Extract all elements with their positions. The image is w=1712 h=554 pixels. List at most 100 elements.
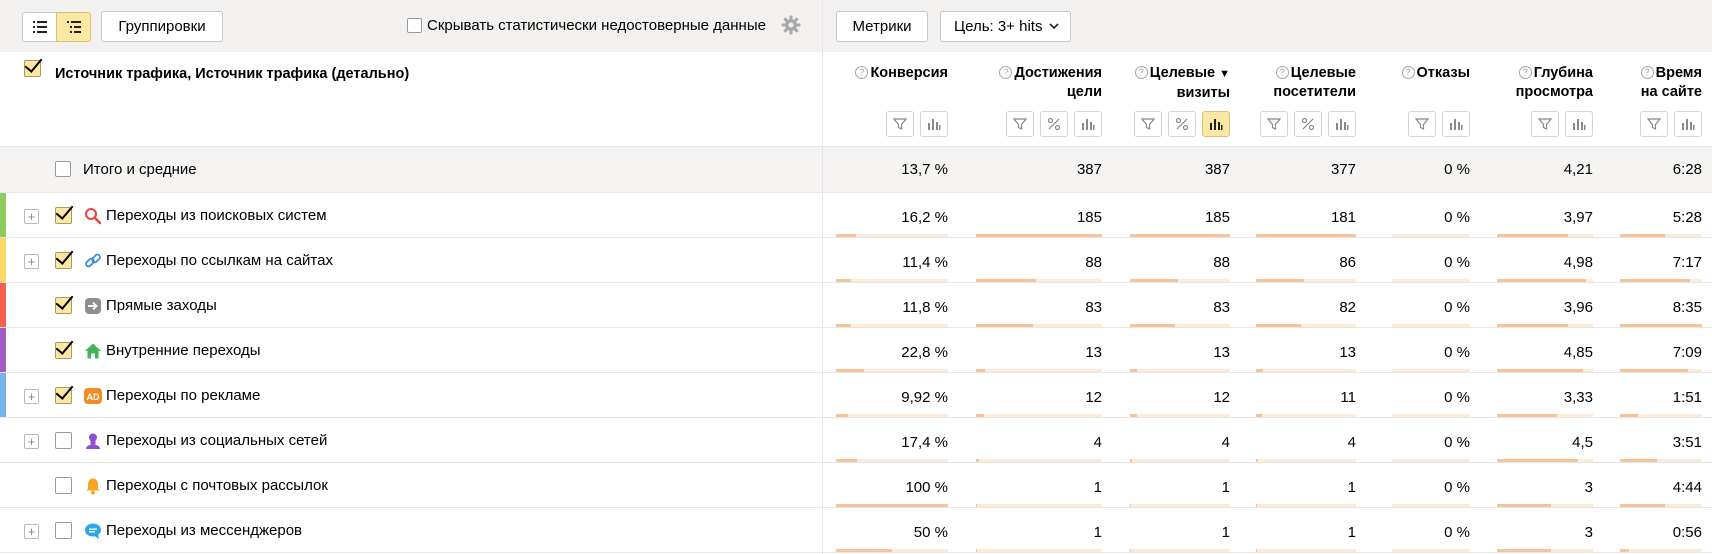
help-icon[interactable]: ? bbox=[1134, 66, 1148, 79]
column-title-line1: Конверсия bbox=[870, 65, 948, 81]
search-icon bbox=[84, 207, 102, 225]
table-row[interactable]: Внутренние переходы 22,8 % 13 13 13 0 % 4,85 7:… bbox=[0, 328, 1712, 373]
total-row: Итого и средние 13,7 % 387 387 377 0 % 4,21 6:2… bbox=[0, 147, 1712, 193]
sort-desc-icon[interactable]: ▼ bbox=[1219, 68, 1230, 80]
column-header[interactable]: ? Отказы bbox=[1401, 64, 1470, 83]
chart-button[interactable] bbox=[1674, 111, 1702, 137]
metric-value: 86 bbox=[1339, 254, 1356, 271]
chart-button[interactable] bbox=[1328, 111, 1356, 137]
link-icon bbox=[84, 252, 102, 270]
table-row[interactable]: + AD Переходы по рекламе 9,92 % 12 12 11 0 % 3,3… bbox=[0, 373, 1712, 418]
gear-icon[interactable] bbox=[781, 15, 801, 35]
column-title-line1: Целевые bbox=[1290, 65, 1356, 81]
row-checkbox[interactable] bbox=[55, 477, 72, 494]
row-label[interactable]: Переходы с почтовых рассылок bbox=[106, 477, 328, 494]
metric-bar bbox=[1497, 414, 1593, 417]
filter-button[interactable] bbox=[1408, 111, 1436, 137]
metric-bar-fill bbox=[1130, 414, 1137, 417]
expand-row-button[interactable]: + bbox=[24, 254, 39, 269]
percent-button[interactable] bbox=[1168, 111, 1196, 137]
chart-button[interactable] bbox=[1202, 111, 1230, 137]
metric-bar-fill bbox=[976, 369, 985, 372]
percent-button[interactable] bbox=[1294, 111, 1322, 137]
groupings-button[interactable]: Группировки bbox=[101, 11, 223, 42]
column-header[interactable]: ? Целевые посетители bbox=[1273, 64, 1356, 102]
table-row[interactable]: + Переходы из поисковых систем 16,2 % 185 18… bbox=[0, 193, 1712, 238]
row-label[interactable]: Внутренние переходы bbox=[106, 342, 261, 359]
metric-value: 4,21 bbox=[1563, 161, 1593, 178]
total-row-checkbox[interactable] bbox=[55, 161, 71, 177]
metric-bar bbox=[1620, 234, 1702, 237]
expand-row-button[interactable]: + bbox=[24, 524, 39, 539]
column-header[interactable]: ? Достижения цели bbox=[999, 64, 1102, 102]
filter-button[interactable] bbox=[1134, 111, 1162, 137]
column-header[interactable]: ? Время на сайте bbox=[1640, 64, 1702, 102]
filter-button[interactable] bbox=[1260, 111, 1288, 137]
help-icon[interactable]: ? bbox=[999, 66, 1013, 79]
help-icon[interactable]: ? bbox=[1640, 66, 1654, 79]
row-label[interactable]: Переходы из поисковых систем bbox=[106, 207, 327, 224]
metric-value: 16,2 % bbox=[901, 209, 948, 226]
row-label[interactable]: Переходы по рекламе bbox=[106, 387, 260, 404]
metric-value: 377 bbox=[1330, 161, 1356, 178]
metric-bar-fill bbox=[976, 459, 979, 462]
metric-bar bbox=[1620, 369, 1702, 372]
metrics-button[interactable]: Метрики bbox=[836, 11, 928, 42]
list-view-button[interactable] bbox=[22, 12, 57, 42]
help-icon[interactable]: ? bbox=[1401, 66, 1415, 79]
help-icon[interactable]: ? bbox=[855, 66, 869, 79]
expand-row-button[interactable]: + bbox=[24, 209, 39, 224]
metric-value: 1 bbox=[1093, 479, 1102, 496]
row-checkbox[interactable] bbox=[55, 387, 72, 404]
row-checkbox[interactable] bbox=[55, 252, 72, 269]
list-icon bbox=[32, 21, 47, 33]
column-header[interactable]: ? Целевые ▼ визиты bbox=[1134, 64, 1230, 103]
row-color-marker bbox=[0, 193, 6, 237]
row-checkbox[interactable] bbox=[55, 522, 72, 539]
help-icon[interactable]: ? bbox=[1275, 66, 1289, 79]
metric-bar bbox=[1497, 549, 1593, 552]
column-header[interactable]: ? Глубина просмотра bbox=[1516, 64, 1593, 102]
row-label[interactable]: Переходы из социальных сетей bbox=[106, 432, 327, 449]
row-checkbox[interactable] bbox=[55, 297, 72, 314]
expand-row-button[interactable]: + bbox=[24, 389, 39, 404]
metric-value: 5:28 bbox=[1672, 209, 1702, 226]
table-row[interactable]: + Переходы из социальных сетей 17,4 % 4 4 4 0 … bbox=[0, 418, 1712, 463]
column-header[interactable]: ? Конверсия bbox=[855, 64, 948, 83]
hide-unreliable-option[interactable]: Скрывать статистически недостоверные дан… bbox=[407, 17, 766, 34]
help-icon[interactable]: ? bbox=[1518, 66, 1532, 79]
row-checkbox[interactable] bbox=[55, 207, 72, 224]
chart-button[interactable] bbox=[1442, 111, 1470, 137]
table-row[interactable]: Прямые заходы 11,8 % 83 83 82 0 % 3,96 8:35 bbox=[0, 283, 1712, 328]
row-label[interactable]: Переходы из мессенджеров bbox=[106, 522, 302, 539]
expand-row-button[interactable]: + bbox=[24, 434, 39, 449]
goal-select[interactable]: Цель: 3+ hits bbox=[940, 11, 1071, 42]
hide-unreliable-checkbox[interactable] bbox=[407, 18, 422, 33]
metric-bar-fill bbox=[1256, 279, 1304, 282]
metric-bar-fill bbox=[976, 549, 977, 552]
row-label[interactable]: Переходы по ссылкам на сайтах bbox=[106, 252, 333, 269]
table-row[interactable]: + Переходы из мессенджеров 50 % 1 1 1 0 % 3 0:56 bbox=[0, 508, 1712, 553]
metric-bar-fill bbox=[836, 459, 857, 462]
percent-button[interactable] bbox=[1040, 111, 1068, 137]
row-checkbox[interactable] bbox=[55, 432, 72, 449]
table-row[interactable]: + Переходы по ссылкам на сайтах 11,4 % 88 88… bbox=[0, 238, 1712, 283]
metric-value: 0 % bbox=[1444, 389, 1470, 406]
column-divider bbox=[822, 0, 823, 554]
table-row[interactable]: Переходы с почтовых рассылок 100 % 1 1 1 0 % 3… bbox=[0, 463, 1712, 508]
filter-button[interactable] bbox=[886, 111, 914, 137]
metric-bar bbox=[836, 279, 948, 282]
tree-view-button[interactable] bbox=[56, 12, 91, 42]
filter-button[interactable] bbox=[1531, 111, 1559, 137]
chart-button[interactable] bbox=[1565, 111, 1593, 137]
metric-value: 4 bbox=[1093, 434, 1102, 451]
filter-button[interactable] bbox=[1640, 111, 1668, 137]
row-label[interactable]: Прямые заходы bbox=[106, 297, 217, 314]
row-checkbox[interactable] bbox=[55, 342, 72, 359]
chart-button[interactable] bbox=[1074, 111, 1102, 137]
filter-button[interactable] bbox=[1006, 111, 1034, 137]
metric-bar-fill bbox=[1620, 414, 1638, 417]
select-all-checkbox[interactable] bbox=[24, 60, 41, 77]
chart-button[interactable] bbox=[920, 111, 948, 137]
metric-bar-fill bbox=[1256, 459, 1258, 462]
